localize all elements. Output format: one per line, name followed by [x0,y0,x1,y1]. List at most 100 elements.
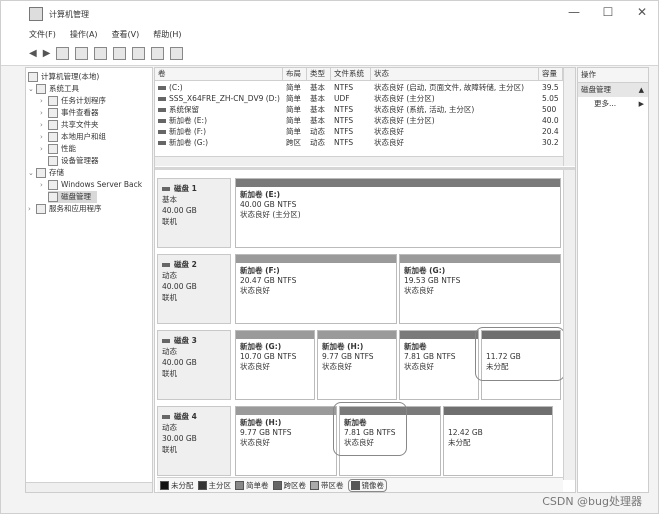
window-title: 计算机管理 [49,9,89,19]
partition-block[interactable]: 新加卷 (E:) 40.00 GB NTFS 状态良好 (主分区) [235,178,561,248]
show-hide-tree-icon[interactable] [75,46,89,60]
chevron-right-icon[interactable]: › [40,131,48,143]
legend: 未分配 主分区 简单卷 跨区卷 带区卷 镜像卷 [157,477,563,492]
tree-item-storage[interactable]: ⌄ 存储 [28,167,64,179]
help-icon[interactable] [94,46,108,60]
maximize-button[interactable]: ☐ [598,5,618,19]
tree-item-services-apps[interactable]: › 服务和应用程序 [28,203,102,215]
disk-row-2: 磁盘 2 动态 40.00 GB 联机 新加卷 (F:) 20.47 GB NT… [157,254,563,324]
actions-section-disk-management[interactable]: 磁盘管理 ▲ [578,83,648,97]
up-level-icon[interactable] [56,46,70,60]
chevron-down-icon[interactable]: ⌄ [28,83,36,95]
tree-item-disk-management[interactable]: 磁盘管理 [48,191,97,203]
key-icon[interactable] [132,46,146,60]
title-bar: 计算机管理 — ☐ ✕ [1,1,658,27]
disk-info[interactable]: 磁盘 1 基本 40.00 GB 联机 [157,178,231,248]
actions-pane: 操作 磁盘管理 ▲ 更多... ▶ [577,67,649,493]
table-row[interactable]: 新加卷 (E:) 简单 基本 NTFS 状态良好 (主分区) 40.0 [155,115,563,126]
disk-info[interactable]: 磁盘 3 动态 40.00 GB 联机 [157,330,231,400]
chevron-right-icon[interactable]: › [40,143,48,155]
volume-table-header: 卷 布局 类型 文件系统 状态 容量 [155,68,563,81]
volume-icon [158,108,166,112]
tree-item-device-manager[interactable]: 设备管理器 [48,155,99,167]
col-volume[interactable]: 卷 [155,68,283,80]
menu-bar: 文件(F) 操作(A) 查看(V) 帮助(H) [1,27,658,41]
tree-horizontal-scrollbar[interactable] [26,482,152,492]
disk-icon [162,187,170,191]
highlight-circle [475,327,565,381]
disk-info[interactable]: 磁盘 2 动态 40.00 GB 联机 [157,254,231,324]
backup-icon [48,180,58,190]
table-row[interactable]: 新加卷 (F:) 简单 动态 NTFS 状态良好 20.4 [155,126,563,137]
tree-item-windows-server-backup[interactable]: › Windows Server Back [40,179,142,191]
menu-action[interactable]: 操作(A) [70,29,98,40]
legend-item: 跨区卷 [272,480,306,491]
chevron-right-icon[interactable]: › [40,179,48,191]
tree-item-root[interactable]: 计算机管理(本地) [28,71,99,83]
legend-item: 未分配 [160,480,194,491]
volume-icon [158,141,166,145]
disk-management-icon [48,192,58,202]
unallocated-block[interactable]: 12.42 GB 未分配 [443,406,553,476]
menu-view[interactable]: 查看(V) [112,29,140,40]
partition-block[interactable]: 新加卷 (H:) 9.77 GB NTFS 状态良好 [235,406,337,476]
chevron-down-icon[interactable]: ⌄ [28,167,36,179]
computer-management-window: 计算机管理 — ☐ ✕ 文件(F) 操作(A) 查看(V) 帮助(H) ◀ ▶ … [0,0,659,514]
disk-list-vertical-scrollbar[interactable] [563,170,575,480]
navigation-tree: 计算机管理(本地) ⌄ 系统工具 › 任务计划程序 › 事件查看器 › 共享文件夹 › 本… [25,67,153,493]
legend-item: 主分区 [197,480,231,491]
table-row[interactable]: SSS_X64FRE_ZH-CN_DV9 (D:) 简单 基本 UDF 状态良好… [155,93,563,104]
partition-block[interactable]: 新加卷 7.81 GB NTFS 状态良好 [399,330,479,400]
partition-block[interactable]: 新加卷 (G:) 10.70 GB NTFS 状态良好 [235,330,315,400]
partition-block[interactable]: 新加卷 (F:) 20.47 GB NTFS 状态良好 [235,254,397,324]
partition-block[interactable]: 新加卷 (G:) 19.53 GB NTFS 状态良好 [399,254,561,324]
table-row[interactable]: 新加卷 (G:) 跨区 动态 NTFS 状态良好 30.2 [155,137,563,148]
tree-item-task-scheduler[interactable]: › 任务计划程序 [40,95,106,107]
volume-table-horizontal-scrollbar[interactable] [155,156,563,166]
tree-item-event-viewer[interactable]: › 事件查看器 [40,107,99,119]
chevron-right-icon[interactable]: › [40,107,48,119]
clock-icon [48,96,58,106]
table-row[interactable]: (C:) 简单 基本 NTFS 状态良好 (启动, 页面文件, 故障转储, 主分… [155,82,563,93]
volume-icon [158,97,166,101]
partition-block[interactable]: 新加卷 (H:) 9.77 GB NTFS 状态良好 [317,330,397,400]
volume-icon [158,130,166,134]
tree-item-shared-folders[interactable]: › 共享文件夹 [40,119,99,131]
chevron-right-icon[interactable]: › [28,203,36,215]
tree-item-system-tools[interactable]: ⌄ 系统工具 [28,83,79,95]
shared-folder-icon [48,120,58,130]
volume-table-vertical-scrollbar[interactable] [563,68,575,166]
services-icon [36,204,46,214]
chevron-right-icon: ▶ [638,100,644,108]
tree-item-local-users[interactable]: › 本地用户和组 [40,131,106,143]
disk-info[interactable]: 磁盘 4 动态 30.00 GB 联机 [157,406,231,476]
volume-icon [158,119,166,123]
view-icon[interactable] [170,46,184,60]
disk-icon [162,263,170,267]
table-row[interactable]: 系统保留 简单 基本 NTFS 状态良好 (系统, 活动, 主分区) 500 [155,104,563,115]
tools-icon [36,84,46,94]
toolbar: ◀ ▶ [1,41,658,66]
users-icon [48,132,58,142]
chevron-right-icon[interactable]: › [40,95,48,107]
col-filesystem[interactable]: 文件系统 [331,68,371,80]
close-button[interactable]: ✕ [632,5,652,19]
chevron-right-icon[interactable]: › [40,119,48,131]
forward-arrow-icon[interactable]: ▶ [43,48,51,59]
check-icon[interactable] [151,46,165,60]
properties-icon[interactable] [113,46,127,60]
minimize-button[interactable]: — [564,5,584,19]
menu-help[interactable]: 帮助(H) [153,29,181,40]
actions-more[interactable]: 更多... ▶ [578,97,648,111]
col-layout[interactable]: 布局 [283,68,307,80]
pane-splitter[interactable] [155,167,575,170]
col-status[interactable]: 状态 [371,68,539,80]
col-type[interactable]: 类型 [307,68,331,80]
legend-item: 简单卷 [235,480,269,491]
back-arrow-icon[interactable]: ◀ [29,48,37,59]
computer-icon [28,72,38,82]
collapse-up-icon[interactable]: ▲ [639,83,644,97]
col-capacity[interactable]: 容量 [539,68,563,80]
menu-file[interactable]: 文件(F) [29,29,56,40]
tree-item-performance[interactable]: › 性能 [40,143,76,155]
